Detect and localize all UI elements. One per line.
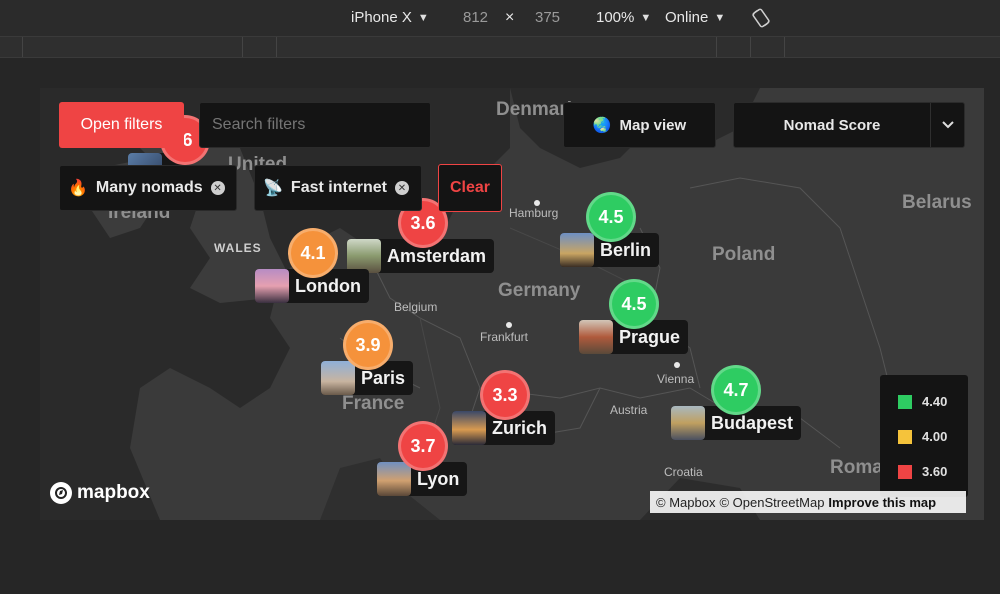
country-label-poland: Poland [712,244,776,265]
city-thumbnail [377,462,411,496]
search-filters-input[interactable] [199,102,431,148]
city-name: Budapest [711,412,794,433]
score-badge-london: 4.1 [288,228,338,278]
city-name: Berlin [600,239,652,260]
city-label-hamburg: Hamburg [509,206,559,220]
legend-swatch [898,394,912,409]
devtools-device-toolbar: iPhone X ▼ 812 × 375 100% ▼ Online ▼ [0,0,1000,36]
open-filters-button[interactable]: Open filters [59,102,184,148]
city-label-frankfurt: Frankfurt [480,330,529,344]
rotate-icon[interactable] [751,8,771,28]
times-icon: × [505,9,515,26]
satellite-dish-icon: 📡 [263,180,283,197]
legend-row: 4.40 [898,394,947,409]
device-name: iPhone X [351,9,412,26]
zoom-select[interactable]: 100% ▼ [596,9,651,26]
score-badge-lyon: 3.7 [398,421,448,471]
country-label-france: France [342,393,405,414]
country-label-belarus: Belarus [902,192,972,213]
city-thumbnail [321,361,355,395]
zoom-value: 100% [596,9,635,26]
country-label-romania: Roma [830,457,883,478]
city-thumbnail [560,233,594,267]
legend-value: 4.40 [922,394,948,409]
city-label-vienna: Vienna [657,372,695,386]
mapbox-logo-text: mapbox [77,482,150,503]
sort-select[interactable]: Nomad Score [733,102,965,148]
map-viewport[interactable]: Denmark United Ireland WALES Belarus Pol… [40,88,984,520]
score-legend: 4.40 4.00 3.60 [880,375,968,497]
map-view-button[interactable]: 🌏 Map view [563,102,716,148]
fire-icon: 🔥 [68,180,88,197]
score-badge-berlin: 4.5 [586,192,636,242]
legend-row: 4.00 [898,429,947,444]
chevron-down-icon: ▼ [640,11,652,24]
network-value: Online [665,9,709,26]
city-name: Lyon [417,468,460,489]
map-attribution: © Mapbox © OpenStreetMap Improve this ma… [650,491,966,513]
attribution-mapbox-link[interactable]: © Mapbox [656,495,715,510]
region-label-wales: WALES [214,241,262,255]
map-view-label: Map view [619,116,687,134]
chevron-down-icon: ▼ [417,11,429,24]
legend-row: 3.60 [898,464,947,479]
city-thumbnail [347,239,381,273]
globe-icon: 🌏 [592,117,612,134]
city-name: Paris [361,367,406,388]
city-thumbnail [671,406,705,440]
score-badge-budapest: 4.7 [711,365,761,415]
city-thumbnail [255,269,289,303]
country-label-austria: Austria [610,403,648,417]
media-query-ruler[interactable] [0,36,1000,58]
city-name: Amsterdam [387,245,487,266]
mapbox-logo-icon [50,482,72,504]
network-throttle-select[interactable]: Online ▼ [665,9,725,26]
device-select[interactable]: iPhone X ▼ [351,9,429,26]
chevron-down-icon[interactable] [930,103,964,147]
chevron-down-icon: ▼ [714,11,726,24]
mapbox-logo[interactable]: mapbox [50,482,150,504]
city-name: Zurich [492,417,548,438]
chip-label: Many nomads [95,179,203,196]
city-name: London [295,275,361,296]
improve-map-link[interactable]: Improve this map [828,495,936,510]
clear-filters-button[interactable]: Clear [438,164,502,212]
remove-chip-icon[interactable]: ✕ [394,181,409,195]
attribution-osm-link[interactable]: © OpenStreetMap [719,495,824,510]
country-label-germany: Germany [498,280,581,301]
country-label-belgium: Belgium [394,300,438,314]
city-dot-vienna [674,362,680,368]
score-badge-zurich: 3.3 [480,370,530,420]
legend-value: 4.00 [922,429,948,444]
city-name: Prague [619,326,681,347]
chip-label: Fast internet [290,179,387,196]
filter-chip-many-nomads[interactable]: 🔥 Many nomads ✕ [59,165,237,211]
remove-chip-icon[interactable]: ✕ [210,181,225,195]
country-label-croatia: Croatia [664,465,703,479]
sort-select-value: Nomad Score [783,116,881,134]
viewport-width-input[interactable]: 812 [463,9,488,26]
score-badge-paris: 3.9 [343,320,393,370]
city-dot-frankfurt [506,322,512,328]
legend-swatch [898,429,912,444]
legend-swatch [898,464,912,479]
score-badge-prague: 4.5 [609,279,659,329]
city-thumbnail [579,320,613,354]
legend-value: 3.60 [922,464,948,479]
city-thumbnail [452,411,486,445]
filter-chip-fast-internet[interactable]: 📡 Fast internet ✕ [254,165,422,211]
viewport-height-input[interactable]: 375 [535,9,560,26]
